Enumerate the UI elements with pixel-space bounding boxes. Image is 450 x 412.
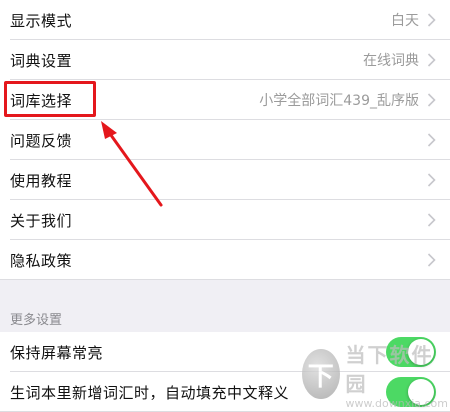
chevron-right-icon: [427, 213, 436, 227]
feedback-label: 问题反馈: [10, 131, 73, 150]
keep-screen-on-toggle[interactable]: [386, 337, 436, 367]
keep-screen-on-row: 保持屏幕常亮: [0, 332, 450, 372]
about-us-label: 关于我们: [10, 211, 73, 230]
dictionary-settings-label: 词典设置: [10, 51, 73, 70]
chevron-right-icon: [427, 13, 436, 27]
settings-group: 显示模式 白天 词典设置 在线词典 词库选择 小学全部词汇439_乱序版 问题反…: [0, 0, 450, 280]
display-mode-label: 显示模式: [10, 11, 73, 30]
display-mode-row[interactable]: 显示模式 白天: [0, 0, 450, 40]
chevron-right-icon: [427, 253, 436, 267]
keep-screen-on-label: 保持屏幕常亮: [10, 343, 104, 362]
feedback-row[interactable]: 问题反馈: [0, 120, 450, 160]
more-settings-group: 保持屏幕常亮 生词本里新增词汇时，自动填充中文释义: [0, 332, 450, 412]
privacy-policy-label: 隐私政策: [10, 251, 73, 270]
auto-fill-definition-label: 生词本里新增词汇时，自动填充中文释义: [10, 383, 290, 402]
dictionary-settings-value: 在线词典: [363, 53, 419, 69]
word-bank-value: 小学全部词汇439_乱序版: [259, 93, 419, 109]
more-settings-header: 更多设置: [10, 313, 63, 328]
about-us-row[interactable]: 关于我们: [0, 200, 450, 240]
tutorial-label: 使用教程: [10, 171, 73, 190]
dictionary-settings-row[interactable]: 词典设置 在线词典: [0, 40, 450, 80]
tutorial-row[interactable]: 使用教程: [0, 160, 450, 200]
chevron-right-icon: [427, 53, 436, 67]
auto-fill-definition-toggle[interactable]: [386, 377, 436, 407]
privacy-policy-row[interactable]: 隐私政策: [0, 240, 450, 280]
auto-fill-definition-row: 生词本里新增词汇时，自动填充中文释义: [0, 372, 450, 412]
display-mode-value: 白天: [391, 13, 419, 29]
chevron-right-icon: [427, 173, 436, 187]
chevron-right-icon: [427, 93, 436, 107]
toggle-knob: [408, 379, 434, 405]
chevron-right-icon: [427, 133, 436, 147]
annotation-highlight-box: [4, 81, 96, 117]
toggle-knob: [408, 339, 434, 365]
